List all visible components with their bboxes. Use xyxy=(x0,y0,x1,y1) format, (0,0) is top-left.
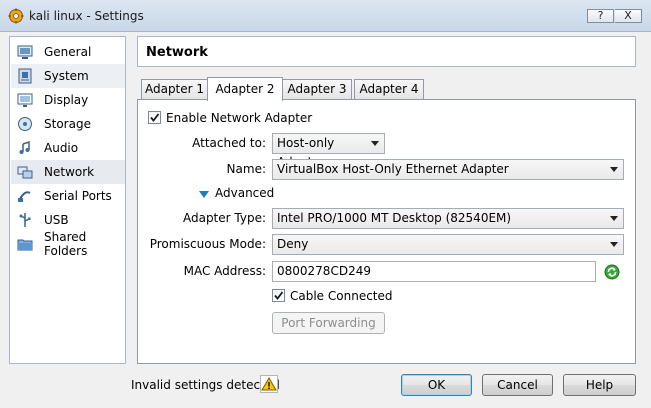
checkmark-icon xyxy=(150,113,160,122)
warning-icon[interactable] xyxy=(260,375,278,396)
network-icon xyxy=(17,164,33,180)
name-label: Name: xyxy=(226,162,266,176)
chevron-down-icon xyxy=(610,167,618,172)
display-icon xyxy=(17,92,33,108)
sidebar-item-label: Audio xyxy=(44,141,79,155)
serial-ports-icon xyxy=(17,188,33,204)
sidebar-item-display[interactable]: Display xyxy=(11,88,125,112)
general-icon xyxy=(17,44,33,60)
chevron-down-icon xyxy=(610,242,618,247)
tab-adapter-1[interactable]: Adapter 1 xyxy=(141,79,208,100)
sidebar-item-storage[interactable]: Storage xyxy=(11,112,125,136)
mac-address-field[interactable]: 0800278CD249 xyxy=(272,261,596,282)
usb-icon xyxy=(17,212,33,228)
ok-button[interactable]: OK xyxy=(401,374,472,396)
tab-adapter-3[interactable]: Adapter 3 xyxy=(282,79,352,100)
window-client: General System Display Storage Audio Net… xyxy=(0,32,651,408)
attached-to-select[interactable]: Host-only Adapter xyxy=(272,133,385,169)
shared-folders-icon xyxy=(17,236,33,252)
promiscuous-mode-label: Promiscuous Mode: xyxy=(149,237,266,251)
cable-connected-label: Cable Connected xyxy=(290,289,393,303)
promiscuous-mode-value: Deny xyxy=(277,237,309,251)
cable-connected-checkbox[interactable] xyxy=(272,289,285,302)
checkmark-icon xyxy=(274,291,284,300)
sidebar-item-label: Serial Ports xyxy=(44,189,112,203)
title-close-button[interactable]: X xyxy=(615,9,642,23)
sidebar-item-system[interactable]: System xyxy=(11,64,125,88)
audio-icon xyxy=(17,140,33,156)
tab-adapter-2[interactable]: Adapter 2 xyxy=(207,77,283,101)
adapter-type-select[interactable]: Intel PRO/1000 MT Desktop (82540EM) xyxy=(272,208,624,229)
cancel-button[interactable]: Cancel xyxy=(482,374,553,396)
title-help-button[interactable]: ? xyxy=(587,9,614,23)
sidebar-item-label: System xyxy=(44,69,89,83)
enable-adapter-label: Enable Network Adapter xyxy=(166,111,313,125)
advanced-expander-icon[interactable] xyxy=(199,188,209,202)
sidebar-item-label: Storage xyxy=(44,117,91,131)
enable-adapter-checkbox[interactable] xyxy=(148,111,161,124)
attached-to-label: Attached to: xyxy=(192,136,266,150)
title-bar: kali linux - Settings ? X xyxy=(0,0,651,32)
system-icon xyxy=(17,68,33,84)
adapter-type-value: Intel PRO/1000 MT Desktop (82540EM) xyxy=(277,211,512,225)
port-forwarding-button[interactable]: Port Forwarding xyxy=(272,312,385,334)
chevron-down-icon xyxy=(610,216,618,221)
name-value: VirtualBox Host-Only Ethernet Adapter xyxy=(277,162,509,176)
page-title: Network xyxy=(146,45,208,60)
refresh-mac-icon[interactable] xyxy=(604,264,620,283)
sidebar-item-general[interactable]: General xyxy=(11,40,125,64)
sidebar-item-label: Shared Folders xyxy=(44,230,88,258)
mac-address-label: MAC Address: xyxy=(183,264,266,278)
sidebar-item-label: Network xyxy=(44,165,95,179)
sidebar-item-label: Display xyxy=(44,93,89,107)
sidebar-item-network[interactable]: Network xyxy=(11,160,125,184)
sidebar-item-usb[interactable]: USB xyxy=(11,208,125,232)
virtualbox-gear-icon xyxy=(8,8,24,24)
sidebar-item-serial-ports[interactable]: Serial Ports xyxy=(11,184,125,208)
page-header: Network xyxy=(137,36,636,67)
storage-icon xyxy=(17,116,33,132)
name-select[interactable]: VirtualBox Host-Only Ethernet Adapter xyxy=(272,159,624,180)
sidebar-item-label: General xyxy=(44,45,92,59)
settings-sidebar: General System Display Storage Audio Net… xyxy=(9,36,126,364)
promiscuous-mode-select[interactable]: Deny xyxy=(272,234,624,255)
adapter-tab-panel: Enable Network Adapter Attached to: Host… xyxy=(137,99,636,364)
tab-adapter-4[interactable]: Adapter 4 xyxy=(354,79,424,100)
status-text: Invalid settings detected xyxy=(131,378,280,392)
advanced-toggle[interactable]: Advanced xyxy=(215,186,274,200)
window-title: kali linux - Settings xyxy=(29,9,144,23)
adapter-type-label: Adapter Type: xyxy=(182,211,266,225)
help-button[interactable]: Help xyxy=(563,374,636,396)
sidebar-item-audio[interactable]: Audio xyxy=(11,136,125,160)
sidebar-item-shared-folders[interactable]: Shared Folders xyxy=(11,230,125,258)
sidebar-item-label: USB xyxy=(44,213,69,227)
chevron-down-icon xyxy=(371,141,379,146)
